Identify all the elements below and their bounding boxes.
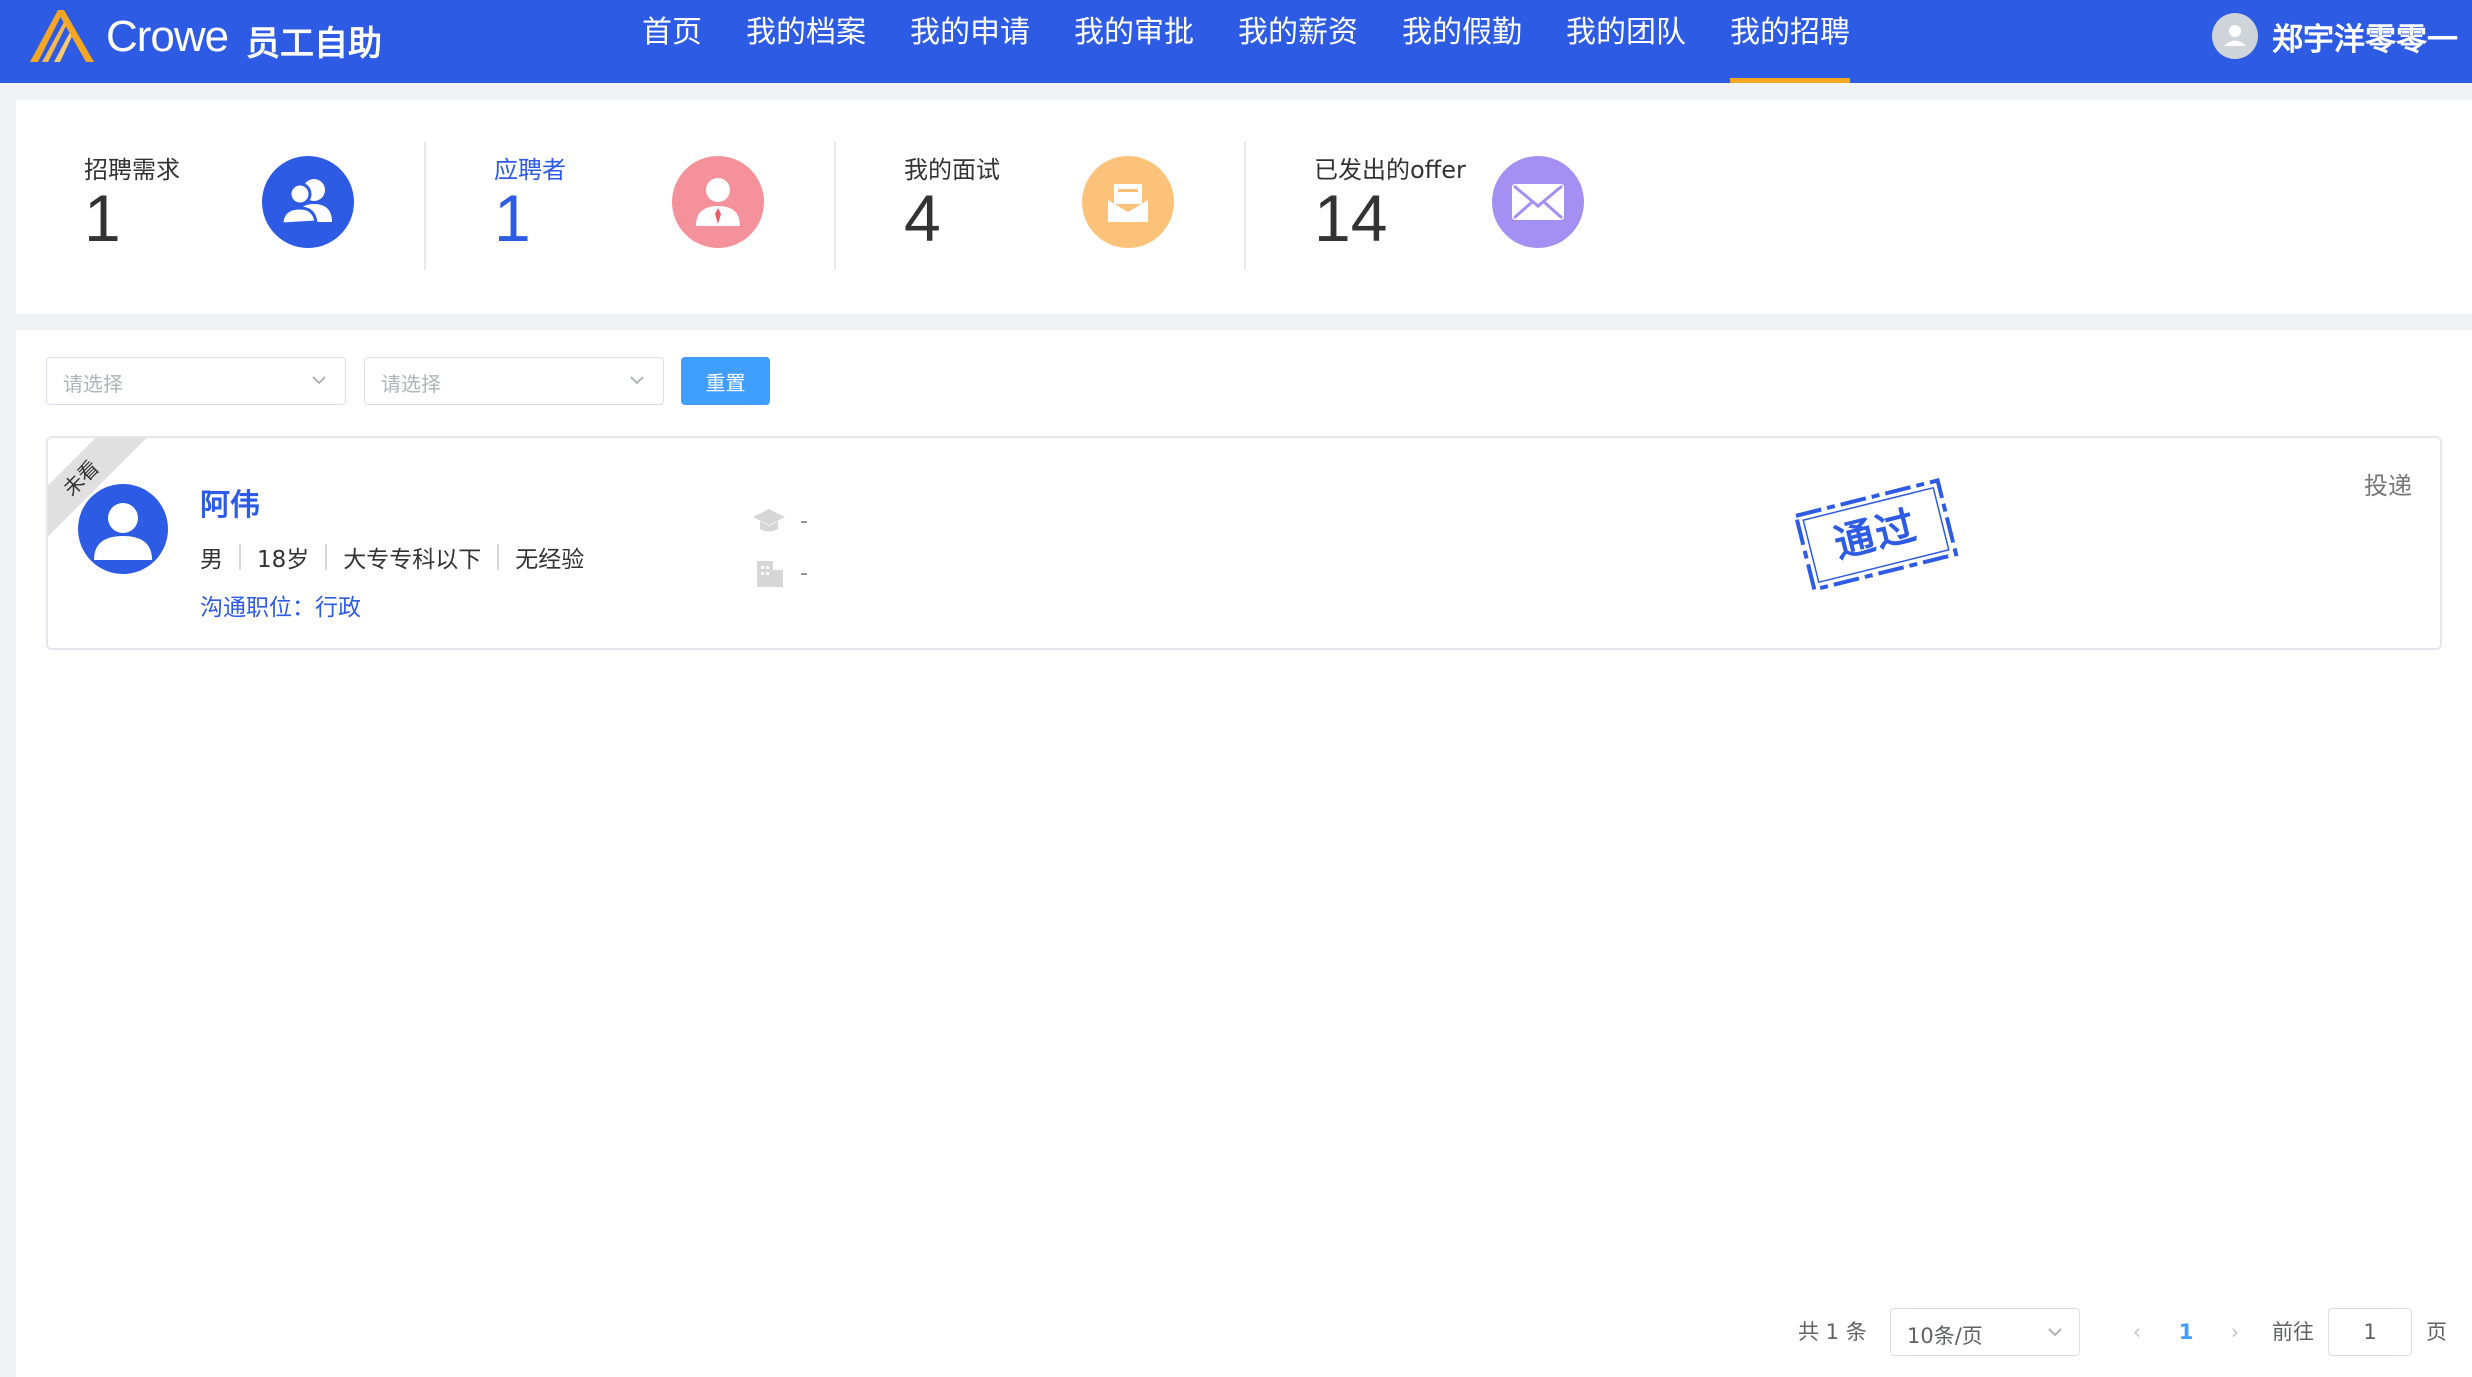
- goto-page-input[interactable]: 1: [2328, 1308, 2412, 1356]
- deliver-label[interactable]: 投递: [2364, 466, 2412, 501]
- candidate-gender: 男: [200, 547, 223, 573]
- nav-item-my-salary[interactable]: 我的薪资: [1216, 0, 1380, 83]
- candidate-experience: 无经验: [515, 547, 585, 573]
- candidate-name[interactable]: 阿伟: [200, 480, 260, 524]
- info-separator: [239, 544, 241, 570]
- pagination-total: 共 1 条: [1798, 1320, 1867, 1344]
- stat-value: 1: [494, 181, 531, 255]
- user-avatar-icon: [2212, 13, 2258, 59]
- stat-value: 1: [84, 181, 121, 255]
- info-separator: [497, 544, 500, 570]
- reset-button[interactable]: 重置: [681, 357, 770, 405]
- chevron-down-icon: [2048, 1328, 2062, 1337]
- select-placeholder: 请选择: [63, 372, 123, 396]
- goto-label: 前往: [2272, 1320, 2314, 1344]
- page-number-1[interactable]: 1: [2166, 1308, 2206, 1356]
- brand-subtitle: 员工自助: [246, 24, 382, 64]
- top-navbar: Crowe 员工自助 首页 我的档案 我的申请 我的审批 我的薪资 我的假勤 我…: [0, 0, 2472, 83]
- users-icon: [262, 156, 354, 248]
- candidate-card[interactable]: 未看 阿伟 男 18岁 大专专科以下 无经验 沟通职位：行政 - - 通过 投递: [46, 436, 2442, 650]
- chevron-down-icon: [312, 376, 326, 385]
- stat-applicants[interactable]: 应聘者 1: [426, 100, 836, 314]
- filter-select-2[interactable]: 请选择: [364, 357, 664, 405]
- candidate-position[interactable]: 沟通职位：行政: [200, 588, 361, 622]
- nav-item-my-recruitment[interactable]: 我的招聘: [1708, 0, 1872, 83]
- candidate-avatar-icon: [78, 484, 168, 574]
- select-placeholder: 请选择: [381, 372, 441, 396]
- stats-panel: 招聘需求 1 应聘者 1 我的面试 4 已发出的offer 14: [16, 100, 2472, 314]
- nav-item-my-profile[interactable]: 我的档案: [724, 0, 888, 83]
- company-row: -: [752, 558, 808, 588]
- page-size-select[interactable]: 10条/页: [1890, 1308, 2080, 1356]
- candidate-education: 大专专科以下: [343, 547, 482, 573]
- filter-select-1[interactable]: 请选择: [46, 357, 346, 405]
- interview-icon: [1082, 156, 1174, 248]
- next-page-button[interactable]: ›: [2220, 1308, 2250, 1356]
- goto-unit: 页: [2426, 1320, 2447, 1344]
- mail-icon: [1492, 156, 1584, 248]
- candidate-age: 18岁: [257, 547, 310, 573]
- stat-recruitment-demand[interactable]: 招聘需求 1: [16, 100, 426, 314]
- user-menu[interactable]: 郑宇洋零零一: [2212, 12, 2458, 60]
- info-separator: [325, 544, 328, 570]
- applicant-icon: [672, 156, 764, 248]
- candidate-panel: 请选择 请选择 重置 未看 阿伟 男 18岁 大专专科以下 无经验 沟通职位：行…: [16, 330, 2472, 1377]
- user-name: 郑宇洋零零一: [2272, 21, 2458, 58]
- nav-item-my-applications[interactable]: 我的申请: [888, 0, 1052, 83]
- page-size-value: 10条/页: [1907, 1324, 1983, 1348]
- crowe-logo-icon: [30, 10, 94, 62]
- brand-name[interactable]: Crowe: [106, 12, 229, 62]
- stat-value: 14: [1314, 181, 1388, 255]
- school-row: -: [752, 506, 808, 536]
- candidate-info: 男 18岁 大专专科以下 无经验: [200, 540, 584, 574]
- nav-item-home[interactable]: 首页: [620, 0, 724, 83]
- graduation-cap-icon: [753, 509, 785, 532]
- stat-value: 4: [904, 181, 941, 255]
- stat-offers-sent[interactable]: 已发出的offer 14: [1246, 100, 1656, 314]
- stamp-text: 通过: [1829, 502, 1923, 568]
- building-icon: [757, 561, 783, 587]
- prev-page-button[interactable]: ‹: [2122, 1308, 2152, 1356]
- school-value: -: [800, 508, 808, 534]
- chevron-down-icon: [630, 376, 644, 385]
- nav-item-my-leave[interactable]: 我的假勤: [1380, 0, 1544, 83]
- company-value: -: [800, 560, 808, 586]
- approved-stamp: 通过: [1792, 477, 1959, 593]
- nav-item-my-team[interactable]: 我的团队: [1544, 0, 1708, 83]
- nav-item-my-approvals[interactable]: 我的审批: [1052, 0, 1216, 83]
- stat-my-interviews[interactable]: 我的面试 4: [836, 100, 1246, 314]
- main-nav: 首页 我的档案 我的申请 我的审批 我的薪资 我的假勤 我的团队 我的招聘: [620, 0, 1872, 83]
